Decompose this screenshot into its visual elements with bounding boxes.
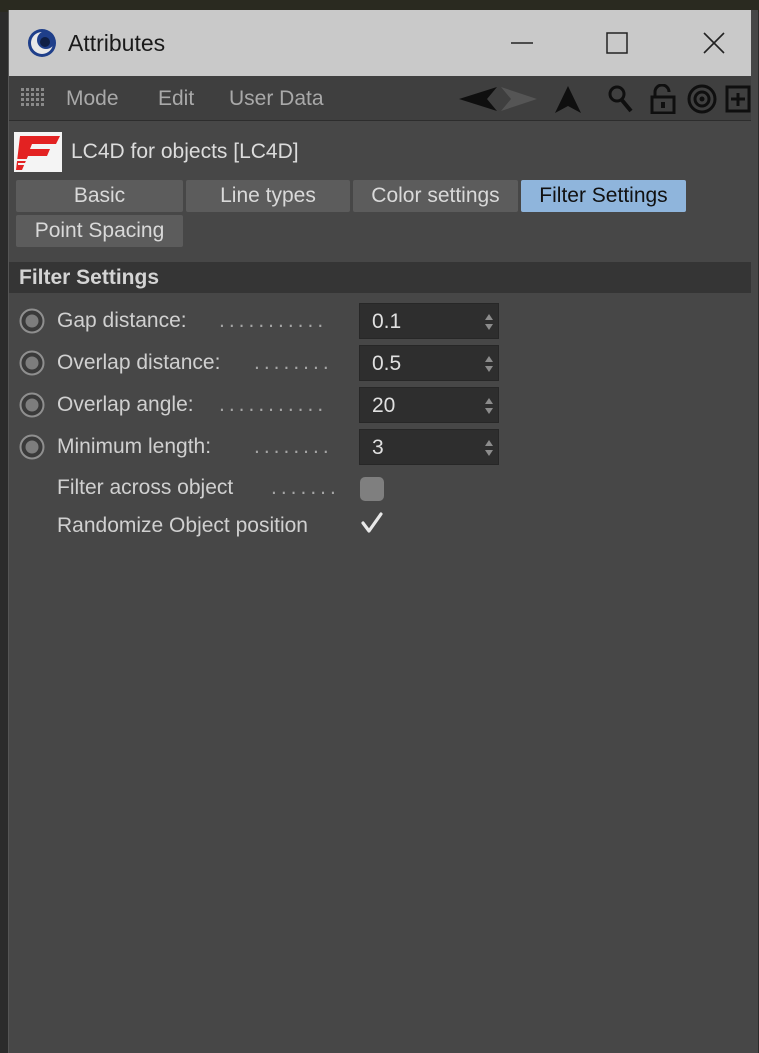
minimum-length-field[interactable]: 3 [359, 429, 499, 465]
search-icon[interactable] [606, 84, 634, 114]
object-header: LC4D for objects [LC4D] [9, 130, 751, 174]
radio-circle-icon[interactable] [19, 308, 45, 334]
attributes-window: Attributes Mode Edit User Data LC4D for … [8, 10, 758, 1053]
back-arrow-icon[interactable] [457, 84, 499, 114]
check-label: Filter across object [57, 476, 234, 499]
object-name: LC4D for objects [LC4D] [71, 140, 299, 163]
tab-point-spacing[interactable]: Point Spacing [16, 215, 183, 247]
title-bar: Attributes [9, 10, 751, 76]
new-panel-icon[interactable] [725, 84, 751, 114]
unlock-icon[interactable] [649, 84, 677, 114]
grip-icon[interactable] [21, 88, 47, 108]
spinner-arrows-icon[interactable] [484, 354, 494, 374]
param-row-overlap-angle: Overlap angle: ........... 20 [9, 387, 751, 425]
maximize-icon [606, 32, 628, 54]
overlap-distance-field[interactable]: 0.5 [359, 345, 499, 381]
section-title: Filter Settings [19, 266, 160, 289]
param-label: Overlap angle: [57, 393, 194, 416]
param-row-gap-distance: Gap distance: ........... 0.1 [9, 303, 751, 341]
close-icon [703, 32, 725, 54]
field-value: 3 [372, 436, 384, 459]
forward-arrow-icon[interactable] [499, 84, 539, 114]
param-label: Overlap distance: [57, 351, 221, 374]
spinner-arrows-icon[interactable] [484, 312, 494, 332]
minimize-icon [511, 42, 533, 44]
param-row-overlap-distance: Overlap distance: ........ 0.5 [9, 345, 751, 383]
field-value: 20 [372, 394, 396, 417]
check-row-randomize-object-position: Randomize Object position [9, 508, 751, 546]
section-header: Filter Settings [9, 262, 751, 293]
param-label: Minimum length: [57, 435, 212, 458]
target-icon[interactable] [687, 84, 717, 114]
param-label: Gap distance: [57, 309, 187, 332]
minimize-button[interactable] [499, 20, 545, 66]
overlap-angle-field[interactable]: 20 [359, 387, 499, 423]
field-value: 0.1 [372, 310, 402, 333]
maximize-button[interactable] [594, 20, 640, 66]
tab-color-settings[interactable]: Color settings [353, 180, 518, 212]
filter-across-object-checkbox[interactable] [360, 477, 384, 501]
radio-circle-icon[interactable] [19, 350, 45, 376]
menu-bar: Mode Edit User Data [9, 76, 751, 121]
spinner-arrows-icon[interactable] [484, 396, 494, 416]
leader-dots: ........ [254, 435, 333, 458]
tab-line-types[interactable]: Line types [186, 180, 350, 212]
menu-edit[interactable]: Edit [158, 87, 194, 111]
lc4d-logo-icon [14, 132, 62, 172]
leader-dots: ........ [254, 351, 333, 374]
check-row-filter-across-object: Filter across object ....... [9, 470, 751, 508]
menu-mode[interactable]: Mode [66, 87, 119, 111]
close-button[interactable] [691, 20, 737, 66]
cinema4d-app-icon [28, 29, 56, 57]
gap-distance-field[interactable]: 0.1 [359, 303, 499, 339]
leader-dots: ........... [219, 309, 328, 332]
param-row-minimum-length: Minimum length: ........ 3 [9, 429, 751, 467]
spinner-arrows-icon[interactable] [484, 438, 494, 458]
leader-dots: ........... [219, 393, 328, 416]
tab-basic[interactable]: Basic [16, 180, 183, 212]
field-value: 0.5 [372, 352, 402, 375]
leader-dots: ....... [271, 476, 340, 499]
window-title: Attributes [68, 30, 166, 56]
radio-circle-icon[interactable] [19, 434, 45, 460]
tab-filter-settings[interactable]: Filter Settings [521, 180, 686, 212]
up-arrow-icon[interactable] [553, 84, 583, 114]
check-label: Randomize Object position [57, 514, 308, 537]
menu-user-data[interactable]: User Data [229, 87, 324, 111]
checkmark-icon[interactable] [360, 511, 384, 535]
radio-circle-icon[interactable] [19, 392, 45, 418]
